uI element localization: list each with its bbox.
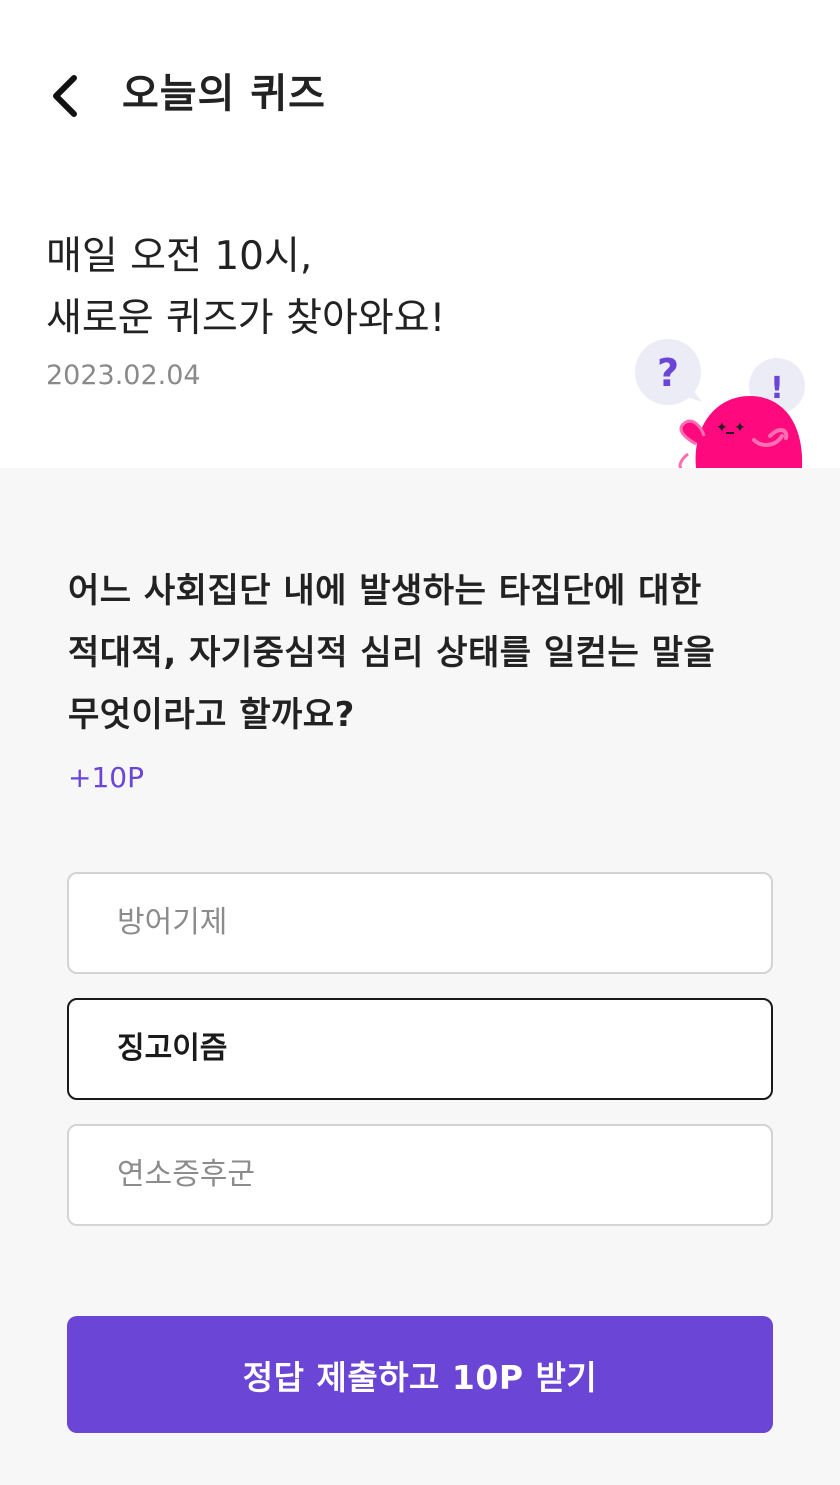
answer-option-3[interactable]: 연소증후군 [67,1124,773,1226]
page-title: 오늘의 퀴즈 [122,71,326,117]
quiz-question: 어느 사회집단 내에 발생하는 타집단에 대한 적대적, 자기중심적 심리 상태… [68,560,788,746]
answer-option-label: 방어기제 [117,905,228,940]
svg-text:✦: ✦ [734,420,746,436]
submit-answer-button[interactable]: 정답 제출하고 10P 받기 [67,1316,773,1433]
intro-text: 매일 오전 10시, 새로운 퀴즈가 찾아와요! [46,226,445,350]
quiz-date: 2023.02.04 [46,360,201,391]
back-button[interactable] [36,66,96,126]
exclamation-mark: ! [770,371,784,406]
question-mark: ? [657,351,679,395]
points-badge: +10P [68,761,144,794]
intro-line: 새로운 퀴즈가 찾아와요! [46,296,446,341]
answer-option-label: 징고이즘 [117,1031,228,1066]
answer-option-1[interactable]: 방어기제 [67,872,773,974]
question-line: 무엇이라고 할까요? [68,695,355,735]
question-line: 어느 사회집단 내에 발생하는 타집단에 대한 [68,571,702,611]
top-section: 오늘의 퀴즈 매일 오전 10시, 새로운 퀴즈가 찾아와요! 2023.02.… [0,0,840,468]
answer-option-label: 연소증후군 [117,1157,255,1192]
intro-line: 매일 오전 10시, [46,234,313,279]
mascot-illustration: ? ! ✦ ✦ [635,339,805,468]
answer-option-2[interactable]: 징고이즘 [67,998,773,1100]
question-bubble: ? [635,339,702,405]
question-line: 적대적, 자기중심적 심리 상태를 일컫는 말을 [68,633,716,673]
chevron-left-icon [53,75,77,117]
